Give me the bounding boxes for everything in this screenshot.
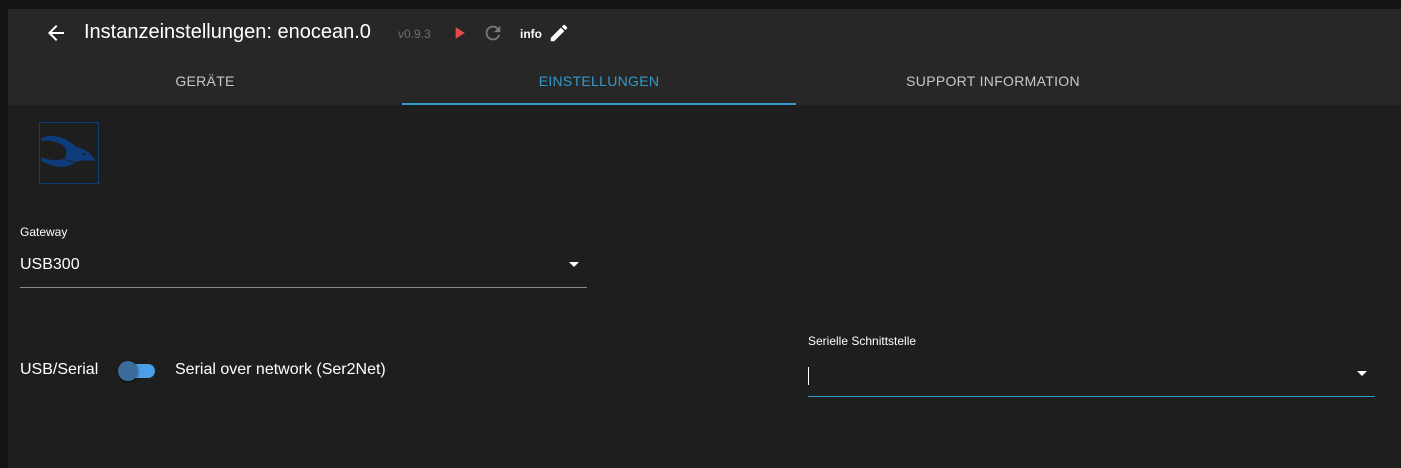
chevron-down-icon — [1357, 371, 1367, 376]
chevron-down-icon — [569, 262, 579, 267]
tab-devices[interactable]: GERÄTE — [8, 57, 402, 105]
arrow-left-icon — [48, 25, 64, 41]
loglevel-label: info — [520, 27, 542, 41]
reload-icon — [485, 25, 501, 41]
switch-thumb — [118, 361, 138, 381]
dialog-header: Instanzeinstellungen: enocean.0 v0.9.3 i… — [8, 9, 1401, 105]
gateway-select[interactable]: USB300 — [20, 252, 587, 288]
reload-instance-button[interactable] — [482, 22, 504, 44]
connection-type-switch[interactable] — [118, 361, 156, 381]
edit-loglevel-button[interactable] — [548, 22, 570, 44]
title-bar: Instanzeinstellungen: enocean.0 v0.9.3 i… — [8, 9, 1401, 57]
pencil-icon — [550, 24, 568, 42]
window-left-strip — [0, 0, 8, 468]
start-instance-button[interactable] — [449, 23, 469, 43]
active-tab-indicator — [402, 103, 796, 105]
serial-port-select[interactable] — [808, 361, 1375, 397]
gateway-underline — [20, 287, 587, 288]
tab-support-information[interactable]: SUPPORT INFORMATION — [796, 57, 1190, 105]
ser2net-label: Serial over network (Ser2Net) — [175, 361, 386, 378]
play-icon — [455, 27, 465, 39]
window-top-strip — [0, 0, 1401, 9]
instance-settings-dialog: Instanzeinstellungen: enocean.0 v0.9.3 i… — [8, 9, 1401, 468]
adapter-logo — [39, 122, 99, 184]
back-button[interactable] — [44, 21, 68, 45]
usb-serial-label: USB/Serial — [20, 361, 99, 378]
text-caret — [808, 367, 809, 385]
tab-settings[interactable]: EINSTELLUNGEN — [402, 57, 796, 105]
version-label: v0.9.3 — [398, 27, 431, 41]
gateway-value: USB300 — [20, 256, 80, 273]
gateway-label: Gateway — [20, 225, 68, 239]
page-title: Instanzeinstellungen: enocean.0 — [84, 21, 371, 43]
dolphin-logo-icon — [41, 135, 96, 167]
serial-port-label: Serielle Schnittstelle — [808, 334, 917, 348]
serial-port-underline — [808, 396, 1375, 397]
tab-bar: GERÄTE EINSTELLUNGEN SUPPORT INFORMATION — [8, 57, 1190, 105]
